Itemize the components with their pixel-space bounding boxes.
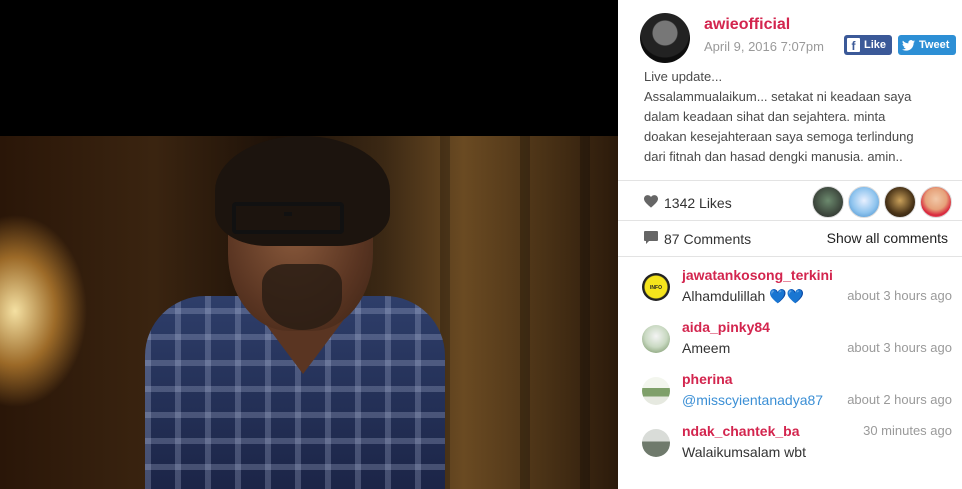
comment-bubble-icon [644,231,658,247]
commenter-avatar[interactable] [642,429,670,457]
comments-count: 87 Comments [644,230,751,248]
svg-text:INFO: INFO [650,285,662,291]
comment-text-content: Alhamdulillah [682,288,766,304]
comment-item: INFO jawatankosong_terkini Alhamdulillah… [640,267,952,307]
curtain-fold [520,136,530,489]
facebook-like-button[interactable]: f Like [844,35,892,55]
comment-item: pherina @misscyientanadya87 about 2 hour… [640,371,952,411]
comment-mention-link[interactable]: @misscyientanadya87 [682,392,823,408]
caption-line: dalam keadaan sihat dan sejahtera. minta [644,109,886,124]
comment-time: about 2 hours ago [847,392,952,407]
comment-text: Walaikumsalam wbt [682,444,806,460]
liker-avatar[interactable] [848,186,880,218]
facebook-icon: f [847,38,860,52]
commenter-username[interactable]: pherina [682,371,733,387]
liker-avatar[interactable] [920,186,952,218]
commenter-avatar[interactable] [642,377,670,405]
commenter-avatar[interactable] [642,325,670,353]
comment-time: 30 minutes ago [863,423,952,438]
caption-line: Live update... [644,69,723,84]
person-glasses [232,202,344,234]
author-avatar[interactable] [640,13,690,63]
post-media[interactable] [0,0,618,489]
post-date: April 9, 2016 7:07pm [704,39,824,54]
divider [618,220,962,221]
comment-time: about 3 hours ago [847,340,952,355]
likes-count[interactable]: 1342 Likes [644,190,732,216]
commenter-avatar[interactable]: INFO [642,273,670,301]
comment-item: ndak_chantek_ba Walaikumsalam wbt 30 min… [640,423,952,463]
commenter-username[interactable]: aida_pinky84 [682,319,770,335]
post-header: awieofficial April 9, 2016 7:07pm f Like… [618,0,962,63]
caption-line: dari fitnah dan hasad dengki manusia. am… [644,149,903,164]
divider [618,180,962,181]
liker-avatar[interactable] [812,186,844,218]
video-frame[interactable] [0,136,618,489]
author-username[interactable]: awieofficial [704,16,790,34]
caption-line: Assalammualaikum... setakat ni keadaan s… [644,89,912,104]
facebook-like-label: Like [863,39,886,51]
likes-label: 1342 Likes [664,195,732,211]
liker-avatar[interactable] [884,186,916,218]
tweet-button[interactable]: Tweet [898,35,956,55]
comments-label: 87 Comments [664,231,752,247]
commenter-username[interactable]: ndak_chantek_ba [682,423,800,439]
caption-line: doakan kesejahteraan saya semoga terlind… [644,129,914,144]
instagram-post-viewer: awieofficial April 9, 2016 7:07pm f Like… [0,0,962,489]
tweet-label: Tweet [919,39,950,51]
blue-heart-emoji: 💙💙 [769,288,805,304]
divider [618,256,962,257]
comment-text: Alhamdulillah 💙💙 [682,288,804,305]
heart-icon [644,195,658,211]
person-beard [262,264,342,330]
comment-time: about 3 hours ago [847,288,952,303]
post-caption: Live update... Assalammualaikum... setak… [644,67,954,167]
comment-item: aida_pinky84 Ameem about 3 hours ago [640,319,952,359]
comment-text: Ameem [682,340,731,356]
curtain-fold [580,136,590,489]
commenter-username[interactable]: jawatankosong_terkini [682,267,833,283]
show-all-comments-link[interactable]: Show all comments [827,230,948,246]
twitter-bird-icon [901,38,915,52]
post-sidebar: awieofficial April 9, 2016 7:07pm f Like… [618,0,962,489]
